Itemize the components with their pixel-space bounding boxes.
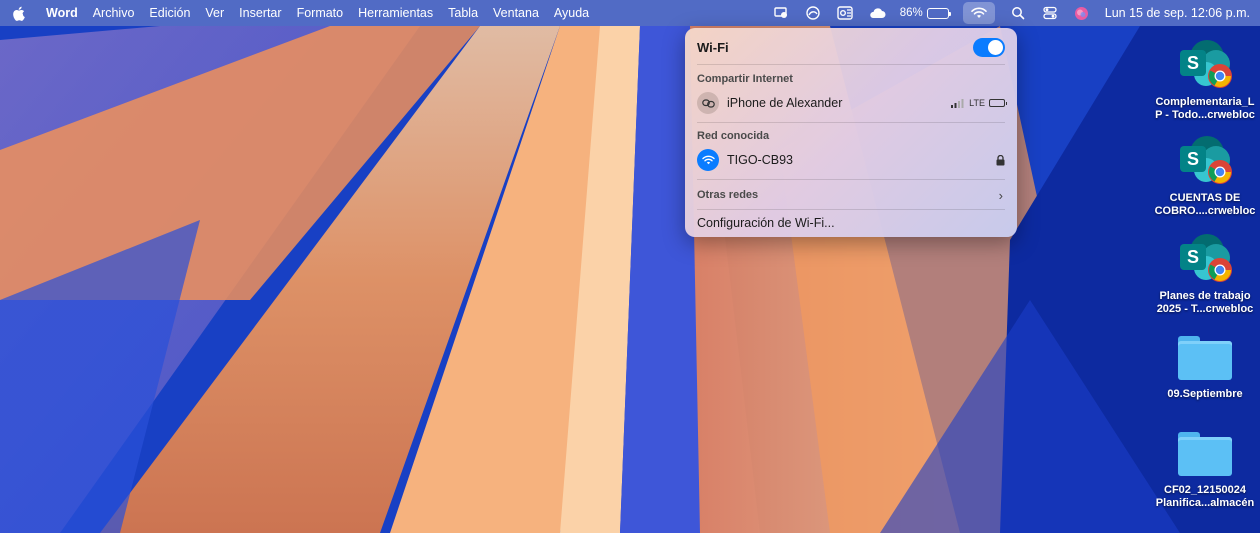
hotspot-name: iPhone de Alexander (727, 96, 843, 110)
other-networks-item[interactable]: Otras redes › (697, 185, 1005, 205)
menu-herramientas[interactable]: Herramientas (358, 6, 433, 20)
control-center-icon[interactable] (1041, 5, 1059, 21)
hotspot-item[interactable]: iPhone de Alexander LTE (697, 91, 1007, 115)
menu-ventana[interactable]: Ventana (493, 6, 539, 20)
sharepoint-icon: S (1180, 136, 1232, 186)
desktop-icon-folder-cf02[interactable]: CF02_12150024 Planifica...almacén (1150, 432, 1260, 510)
toggle-knob (988, 39, 1003, 55)
cellular-signal-icon (951, 98, 964, 108)
menu-ayuda[interactable]: Ayuda (554, 6, 589, 20)
desktop-icon-complementaria[interactable]: S Complementaria_L P - Todo...crwebloc (1150, 40, 1260, 122)
cast-icon[interactable] (772, 5, 790, 21)
hotspot-meta: LTE (951, 98, 1007, 108)
network-type: LTE (969, 98, 985, 108)
battery-icon (926, 7, 951, 19)
desktop-wallpaper (0, 0, 1260, 533)
wallpaper-art (0, 0, 1260, 533)
wifi-settings-link: Configuración de Wi-Fi... (697, 216, 835, 230)
menu-ver[interactable]: Ver (205, 6, 224, 20)
menu-tabla[interactable]: Tabla (448, 6, 478, 20)
wifi-title: Wi-Fi (697, 39, 729, 55)
menu-formato[interactable]: Formato (297, 6, 344, 20)
wifi-settings-item[interactable]: Configuración de Wi-Fi... (697, 213, 1005, 233)
wifi-panel: Wi-Fi Compartir Internet iPhone de Alexa… (685, 28, 1017, 237)
other-networks-label: Otras redes (697, 189, 759, 201)
wifi-header: Wi-Fi (697, 37, 1005, 57)
menu-bar: Word Archivo Edición Ver Insertar Format… (0, 0, 1260, 26)
desktop-icon-label: CF02_12150024 Planifica...almacén (1155, 484, 1255, 509)
battery-percent: 86% (899, 7, 923, 19)
known-network-item[interactable]: TIGO-CB93 (697, 148, 1005, 172)
screen-time-icon[interactable] (804, 5, 822, 21)
apple-icon[interactable] (12, 5, 26, 21)
divider (697, 179, 1005, 180)
app-menu-word[interactable]: Word (46, 6, 78, 20)
sharepoint-icon: S (1180, 40, 1232, 90)
search-icon[interactable] (1009, 5, 1027, 21)
hotspot-battery-icon (989, 99, 1007, 107)
chevron-right-icon: › (998, 187, 1003, 203)
menubar-clock[interactable]: Lun 15 de sep. 12:06 p.m. (1105, 6, 1250, 20)
hotspot-section-title: Compartir Internet (697, 73, 793, 85)
known-section-title: Red conocida (697, 130, 770, 142)
folder-icon (1178, 432, 1232, 476)
siri-icon[interactable] (1073, 5, 1091, 21)
chrome-icon (1208, 64, 1232, 88)
battery-status[interactable]: 86% (899, 7, 951, 19)
chrome-icon (1208, 160, 1232, 184)
status-area: 86% Lun 15 de sep. 12:06 p.m. (772, 0, 1250, 26)
menu-archivo[interactable]: Archivo (93, 6, 135, 20)
desktop-icon-label: Planes de trabajo 2025 - T...crwebloc (1156, 290, 1254, 315)
desktop-icon-folder-septiembre[interactable]: 09.Septiembre (1150, 336, 1260, 401)
folder-icon (1178, 336, 1232, 380)
menu-edicion[interactable]: Edición (149, 6, 190, 20)
divider (697, 122, 1005, 123)
hotspot-section-row: Compartir Internet (697, 72, 1005, 86)
desktop-icon-cuentas-de-cobro[interactable]: S CUENTAS DE COBRO....crwebloc (1150, 136, 1260, 218)
desktop-icon-label: 09.Septiembre (1167, 388, 1243, 400)
menu-insertar[interactable]: Insertar (239, 6, 281, 20)
wifi-menu-icon[interactable] (962, 2, 995, 24)
lock-icon (996, 154, 1005, 166)
known-network-name: TIGO-CB93 (727, 153, 793, 167)
desktop-icon-planes-de-trabajo[interactable]: S Planes de trabajo 2025 - T...crwebloc (1150, 234, 1260, 316)
divider (697, 64, 1005, 65)
outlook-icon[interactable] (836, 5, 854, 21)
desktop-icon-label: CUENTAS DE COBRO....crwebloc (1154, 192, 1256, 217)
wifi-icon (697, 149, 719, 171)
cloud-icon[interactable] (868, 5, 886, 21)
chrome-icon (1208, 258, 1232, 282)
link-icon (697, 92, 719, 114)
sharepoint-icon: S (1180, 234, 1232, 284)
wifi-toggle[interactable] (973, 37, 1005, 57)
known-section-row: Red conocida (697, 129, 1005, 143)
divider (697, 209, 1005, 210)
desktop-icon-label: Complementaria_L P - Todo...crwebloc (1155, 96, 1255, 121)
